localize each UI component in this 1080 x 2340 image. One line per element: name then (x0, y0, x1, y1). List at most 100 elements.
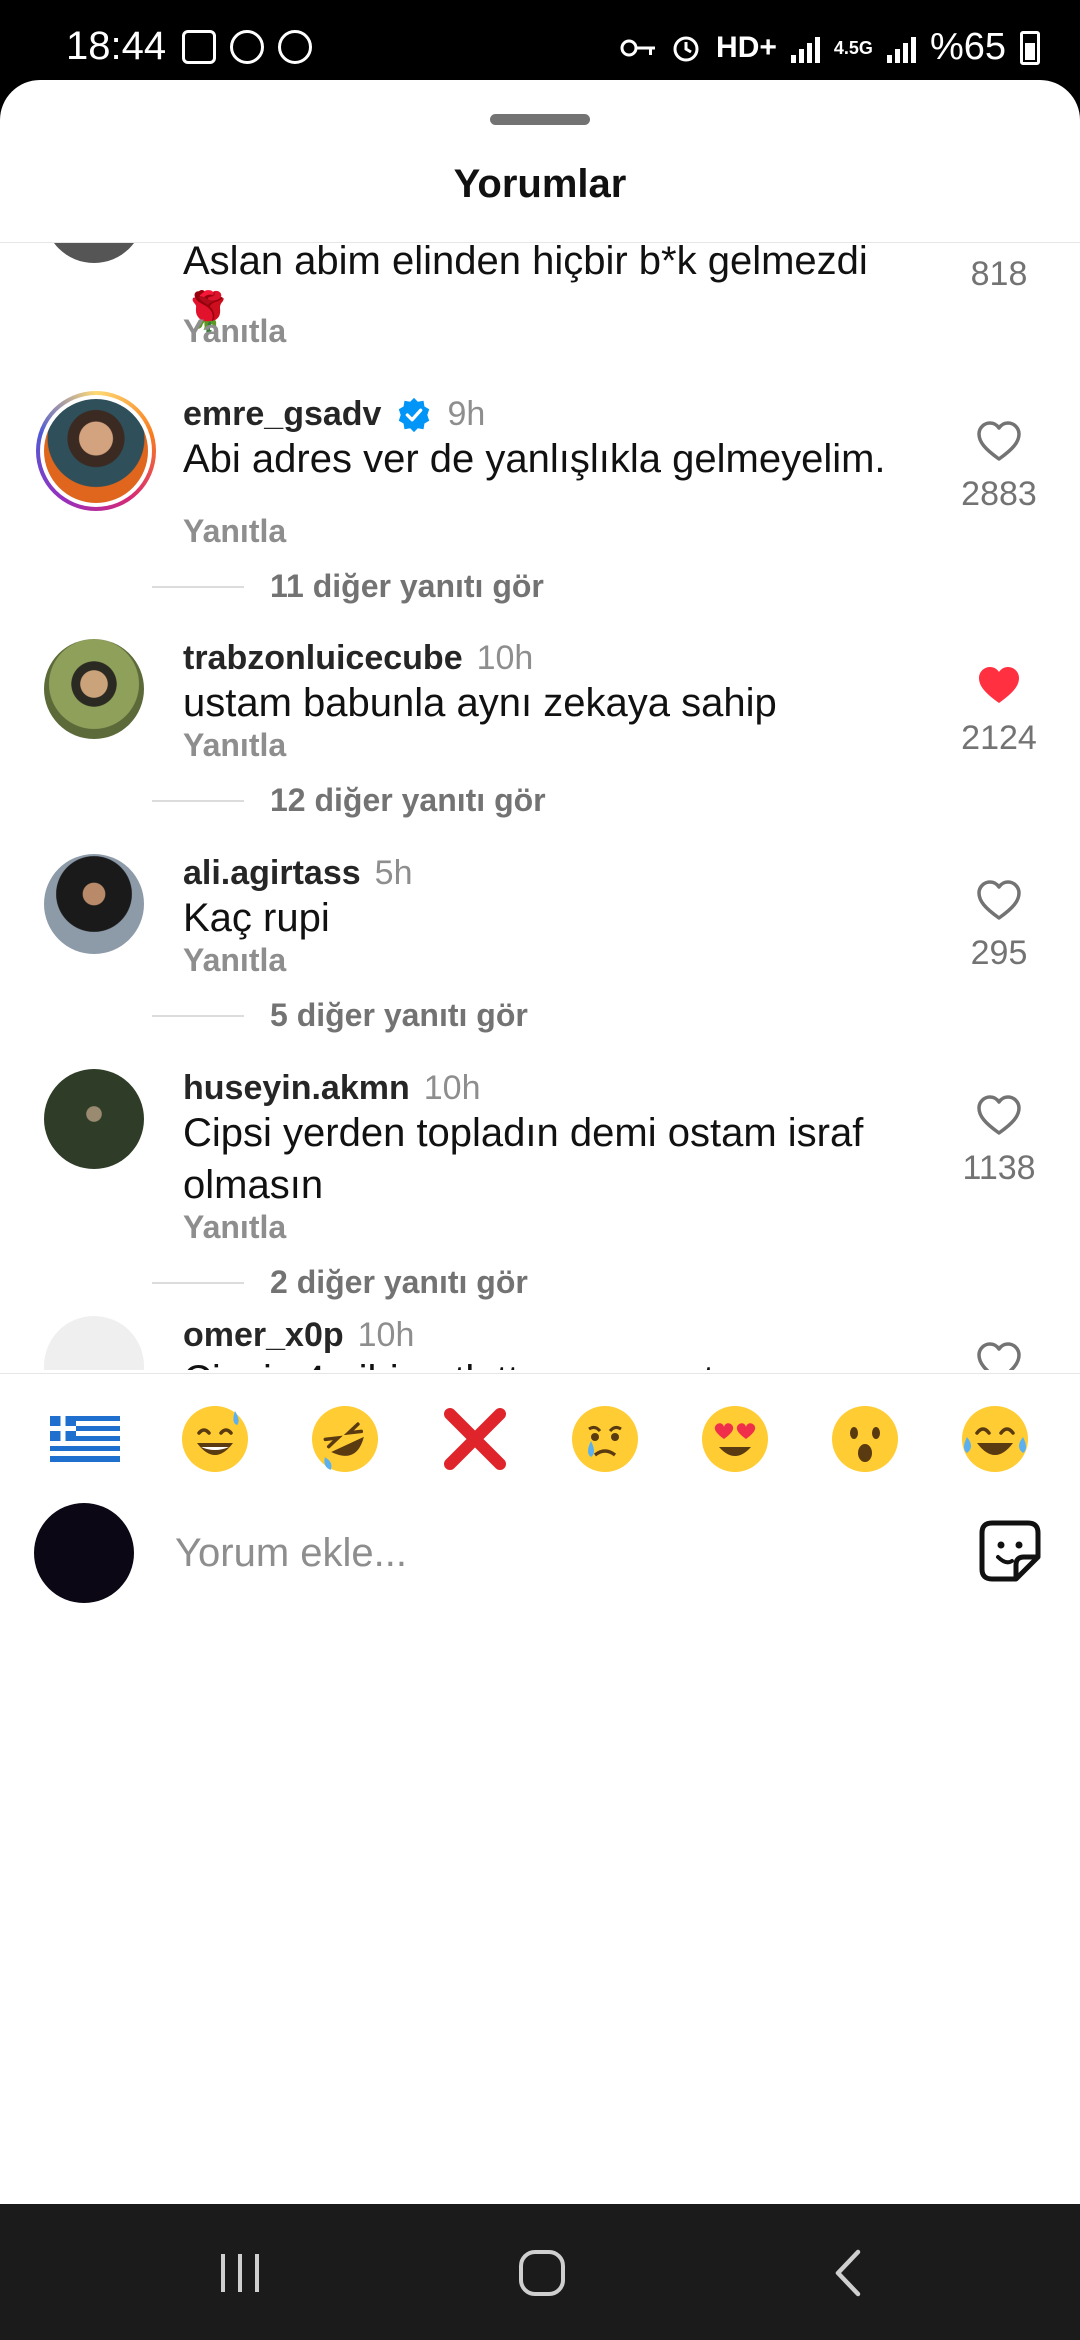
emoji-quick-bar (0, 1373, 1080, 1503)
greek-flag-icon (50, 1415, 120, 1462)
avatar[interactable] (44, 1069, 144, 1169)
heart-eyes-icon (702, 1405, 768, 1472)
username[interactable]: ali.agirtass (183, 854, 361, 893)
username[interactable]: huseyin.akmn (183, 1069, 410, 1108)
view-more-replies-label: 11 diğer yanıtı gör (270, 568, 544, 604)
reply-button[interactable]: Yanıtla (183, 313, 286, 350)
status-time: 18:44 (66, 24, 167, 68)
username[interactable]: trabzonluicecube (183, 639, 463, 678)
view-more-replies[interactable]: 5 diğer yanıtı gör (152, 997, 528, 1034)
heart-outline-icon (977, 880, 1021, 920)
verified-badge-icon (399, 397, 430, 432)
comment-time: 10h (423, 1069, 481, 1107)
heart-outline-icon (977, 1095, 1021, 1135)
view-more-replies-label: 5 diğer yanıtı gör (270, 997, 528, 1033)
replies-divider (152, 799, 244, 802)
view-more-replies-label: 12 diğer yanıtı gör (270, 782, 546, 818)
comment-text: Kaç rupi (183, 896, 330, 940)
like-count: 1138 (962, 1149, 1036, 1187)
view-more-replies-label: 2 diğer yanıtı gör (270, 1264, 528, 1300)
notification-icons (182, 30, 312, 64)
like-button[interactable] (954, 1340, 1044, 1370)
key-icon (620, 39, 656, 56)
like-button[interactable]: 2883 (954, 419, 1044, 514)
network-type: 4.5G (833, 37, 873, 58)
comment-text: Cipsi c4 gibi patlattı canım ustam (183, 1354, 923, 1370)
avatar[interactable] (44, 854, 144, 954)
avatar[interactable] (44, 1316, 144, 1370)
heart-outline-icon (977, 1342, 1021, 1370)
gallery-icon (182, 30, 216, 64)
comment-time: 5h (374, 854, 413, 892)
comment-input[interactable] (175, 1521, 935, 1585)
surprised-face-icon (832, 1405, 898, 1472)
comment-text: Abi adres ver de yanlışlıkla gelmeyelim. (183, 437, 886, 481)
view-more-replies[interactable]: 11 diğer yanıtı gör (152, 568, 544, 605)
like-button[interactable]: 2124 (954, 663, 1044, 758)
home-button[interactable] (502, 2238, 582, 2308)
like-button[interactable]: 1138 (954, 1093, 1044, 1188)
story-ring[interactable] (36, 391, 156, 511)
view-more-replies[interactable]: 12 diğer yanıtı gör (152, 782, 546, 819)
sheet-title: Yorumlar (453, 162, 627, 206)
like-button[interactable]: 295 (954, 878, 1044, 973)
emoji-crying[interactable] (565, 1399, 645, 1479)
reply-button[interactable]: Yanıtla (183, 513, 286, 550)
emoji-heart-eyes[interactable] (695, 1399, 775, 1479)
emoji-rofl[interactable] (305, 1399, 385, 1479)
back-button[interactable] (808, 2238, 888, 2308)
emoji-joy[interactable] (955, 1399, 1035, 1479)
avatar (44, 399, 148, 503)
reply-button[interactable]: Yanıtla (183, 1209, 286, 1246)
hd-voice-icon: HD+ (716, 30, 777, 64)
replies-divider (152, 585, 244, 588)
comment-text: ustam babunla aynı zekaya sahip (183, 681, 777, 725)
comment-time: 10h (476, 639, 534, 677)
comment-time: 10h (357, 1316, 415, 1354)
home-icon (519, 2250, 565, 2296)
like-count: 2124 (961, 719, 1037, 757)
comment-header: ali.agirtass 5h (183, 854, 412, 893)
emoji-cross-mark[interactable] (435, 1399, 515, 1479)
reply-button[interactable]: Yanıtla (183, 942, 286, 979)
tears-of-joy-icon (962, 1405, 1028, 1472)
reply-button[interactable]: Yanıtla (183, 727, 286, 764)
cross-mark-icon (444, 1407, 506, 1470)
sweat-smile-icon (182, 1405, 248, 1472)
drag-handle[interactable] (490, 114, 590, 125)
comments-sheet: Yorumlar Aslan abim elinden hiçbir b*k g… (0, 80, 1080, 2204)
like-count: 818 (970, 255, 1028, 293)
username[interactable]: emre_gsadv (183, 395, 381, 434)
view-more-replies[interactable]: 2 diğer yanıtı gör (152, 1264, 528, 1301)
avatar[interactable] (44, 243, 144, 263)
like-button[interactable]: 818 (954, 243, 1044, 294)
signal-icon-2 (886, 33, 916, 63)
my-avatar (34, 1503, 134, 1603)
comment-list[interactable]: Aslan abim elinden hiçbir b*k gelmezdi 🌹… (0, 243, 1080, 1370)
like-count: 2883 (961, 475, 1037, 513)
username[interactable]: omer_x0p (183, 1316, 344, 1355)
comment-header: omer_x0p 10h (183, 1316, 414, 1355)
emoji-greek-flag[interactable] (45, 1399, 125, 1479)
emoji-sweat-smile[interactable] (175, 1399, 255, 1479)
like-count: 295 (970, 934, 1028, 972)
recents-button[interactable] (200, 2238, 280, 2308)
notification-count-icon (278, 30, 312, 64)
comment-text: Aslan abim elinden hiçbir b*k gelmezdi 🌹 (183, 243, 868, 335)
emoji-open-mouth[interactable] (825, 1399, 905, 1479)
replies-divider (152, 1014, 244, 1017)
comment-composer (0, 1503, 1080, 1623)
battery-icon (1020, 30, 1040, 65)
comment-header: huseyin.akmn 10h (183, 1069, 480, 1108)
battery-percent: %65 (929, 26, 1006, 68)
rofl-icon (312, 1405, 378, 1472)
sticker-icon[interactable] (972, 1513, 1048, 1589)
comment-header: emre_gsadv 9h (183, 395, 485, 434)
comment-header: trabzonluicecube 10h (183, 639, 533, 678)
ad-icon (230, 30, 264, 64)
navigation-bar (0, 2204, 1080, 2340)
replies-divider (152, 1281, 244, 1284)
crying-face-icon (572, 1405, 638, 1472)
heart-outline-icon (977, 421, 1021, 461)
avatar[interactable] (44, 639, 144, 739)
